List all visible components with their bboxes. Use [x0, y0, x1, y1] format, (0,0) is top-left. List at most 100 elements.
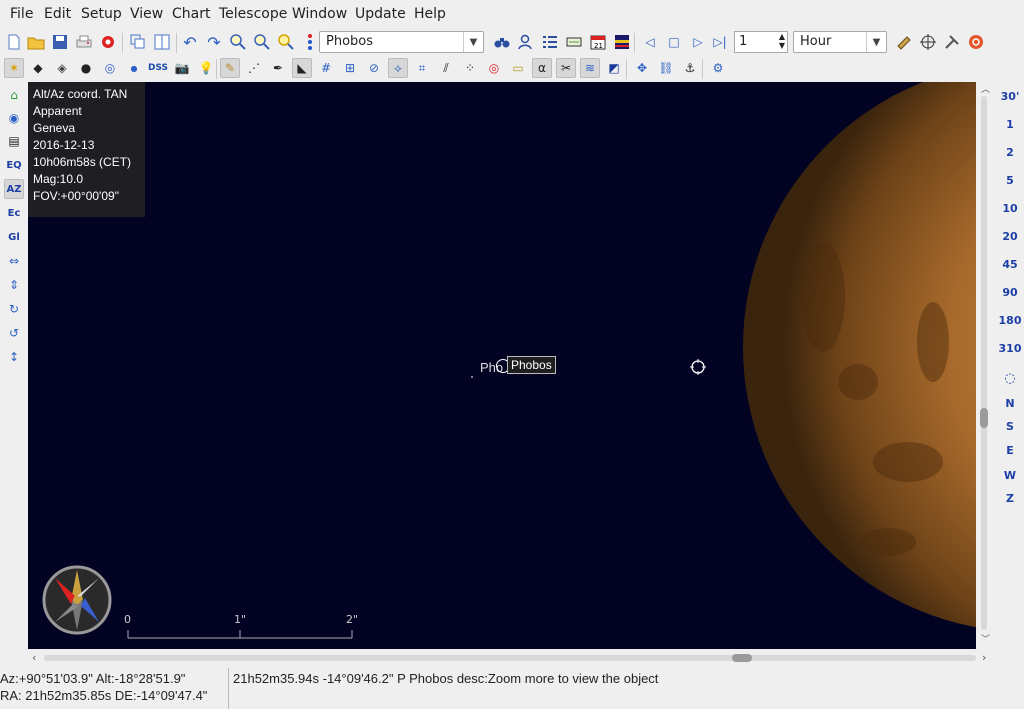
direction-south-button[interactable]: S [996, 420, 1024, 433]
fov-button-10[interactable]: 10 [996, 202, 1024, 215]
lines-icon[interactable]: ◎ [100, 58, 120, 78]
zoom-out-icon[interactable] [252, 32, 272, 52]
zoom-in-icon[interactable] [228, 32, 248, 52]
scroll-thumb[interactable] [732, 654, 752, 662]
light-bulb-icon[interactable]: 💡 [196, 58, 216, 78]
print-icon[interactable] [74, 32, 94, 52]
redo-icon[interactable]: ↷ [204, 32, 224, 52]
link-icon[interactable]: ⛓ [656, 58, 676, 78]
direction-north-button[interactable]: N [996, 397, 1024, 410]
alpha-button[interactable]: α [532, 58, 552, 78]
tools-icon[interactable] [942, 32, 962, 52]
milky-way-icon[interactable]: ◣ [292, 58, 312, 78]
direction-zenith-button[interactable]: Z [996, 492, 1024, 505]
menu-window[interactable]: Window [292, 6, 347, 22]
step-spinbox[interactable]: 1 ▲ ▼ [734, 31, 788, 53]
az-button[interactable]: AZ [4, 179, 24, 199]
chevron-down-icon[interactable]: ▼ [463, 32, 483, 52]
menu-file[interactable]: File [10, 6, 33, 22]
star-icon[interactable]: ✶ [4, 58, 24, 78]
menu-edit[interactable]: Edit [44, 6, 71, 22]
dst-icon[interactable] [612, 32, 632, 52]
time-slider-icon[interactable] [564, 32, 584, 52]
eq-grid-icon[interactable]: ⊞ [340, 58, 360, 78]
zoom-find-icon[interactable] [276, 32, 296, 52]
fov-button-2[interactable]: 2 [996, 146, 1024, 159]
sky-chart[interactable]: Alt/Az coord. TAN Apparent Geneva 2016-1… [28, 82, 976, 649]
move-icon[interactable]: ✥ [632, 58, 652, 78]
new-file-icon[interactable] [4, 32, 24, 52]
scroll-thumb[interactable] [980, 408, 988, 428]
scope-settings-icon[interactable]: ⚙ [708, 58, 728, 78]
scroll-up-icon[interactable]: ︿ [981, 82, 990, 95]
fov-button-1[interactable]: 1 [996, 118, 1024, 131]
fov-button-180[interactable]: 180 [996, 314, 1024, 327]
invert-colors-icon[interactable]: ◩ [604, 58, 624, 78]
brush-icon[interactable]: ✒ [268, 58, 288, 78]
target-circle-icon[interactable]: ◎ [484, 58, 504, 78]
open-folder-icon[interactable] [26, 32, 46, 52]
fov-button-20[interactable]: 20 [996, 230, 1024, 243]
binoculars-icon[interactable] [492, 32, 512, 52]
ecliptic-icon[interactable]: ⫽ [436, 58, 456, 78]
fov-button-45[interactable]: 45 [996, 258, 1024, 271]
menu-help[interactable]: Help [414, 6, 446, 22]
search-user-icon[interactable] [516, 32, 536, 52]
undo-icon[interactable]: ↶ [180, 32, 200, 52]
animate-icon[interactable]: ▷| [710, 32, 730, 52]
tile-window-icon[interactable] [152, 32, 172, 52]
nebula-icon[interactable]: ◆ [28, 58, 48, 78]
fov-button-5[interactable]: 5 [996, 174, 1024, 187]
scroll-left-icon[interactable]: ‹ [32, 651, 36, 664]
direction-east-button[interactable]: E [996, 444, 1024, 457]
globe-icon[interactable]: ◉ [4, 108, 24, 128]
compass-icon[interactable]: ⊘ [364, 58, 384, 78]
menu-setup[interactable]: Setup [81, 6, 122, 22]
dss-button[interactable]: DSS [146, 58, 170, 78]
galactic-button[interactable]: Gl [4, 227, 24, 247]
step-back-icon[interactable]: ◁ [640, 32, 660, 52]
constellation-lines-icon[interactable]: ⟡ [388, 58, 408, 78]
flip-vertical-icon[interactable]: ⇕ [4, 275, 24, 295]
dot-icon[interactable]: ● [124, 58, 144, 78]
constellation-icon[interactable]: ⋰ [244, 58, 264, 78]
vertical-arrows-icon[interactable]: ↕ [4, 347, 24, 367]
spin-arrows-icon[interactable]: ▲ ▼ [779, 32, 785, 50]
save-icon[interactable] [50, 32, 70, 52]
label-icon[interactable]: ✂ [556, 58, 576, 78]
anchor-icon[interactable]: ⚓ [680, 58, 700, 78]
menu-telescope[interactable]: Telescope [219, 6, 287, 22]
deep-sky-icon[interactable]: ◈ [52, 58, 72, 78]
zenith-view-icon[interactable]: ◌ [996, 371, 1024, 386]
menu-view[interactable]: View [130, 6, 163, 22]
boundaries-icon[interactable]: ⌗ [412, 58, 432, 78]
chevron-down-icon[interactable]: ▼ [866, 32, 886, 52]
ecliptic-button[interactable]: Ec [4, 203, 24, 223]
list-icon[interactable] [540, 32, 560, 52]
phobos-dot[interactable] [471, 376, 473, 378]
menu-chart[interactable]: Chart [172, 6, 210, 22]
menu-update[interactable]: Update [355, 6, 406, 22]
scroll-down-icon[interactable]: ﹀ [981, 632, 990, 645]
asteroid-icon[interactable]: ⁘ [460, 58, 480, 78]
notes-icon[interactable]: ▤ [4, 131, 24, 151]
fov-button-30min[interactable]: 30' [996, 90, 1024, 103]
eq-button[interactable]: EQ [4, 155, 24, 175]
stop-icon[interactable]: □ [664, 32, 684, 52]
galaxy-icon[interactable]: ● [76, 58, 96, 78]
duplicate-window-icon[interactable] [128, 32, 148, 52]
scroll-right-icon[interactable]: › [982, 651, 986, 664]
calendar-icon[interactable]: 21 [588, 32, 608, 52]
settings-gear-icon[interactable] [98, 32, 118, 52]
vertical-scrollbar[interactable]: ︿ ﹀ [978, 82, 994, 649]
rotate-right-icon[interactable]: ↻ [4, 299, 24, 319]
direction-west-button[interactable]: W [996, 469, 1024, 482]
grid-icon[interactable]: # [316, 58, 336, 78]
flip-horizontal-icon[interactable]: ⇔ [4, 251, 24, 271]
target-icon[interactable] [918, 32, 938, 52]
horizon-icon[interactable]: ≋ [580, 58, 600, 78]
home-icon[interactable]: ⌂ [4, 85, 24, 105]
camera-icon[interactable]: 📷 [172, 58, 192, 78]
ruler-icon[interactable]: ▭ [508, 58, 528, 78]
horizontal-scrollbar[interactable]: ‹ › [28, 650, 996, 666]
